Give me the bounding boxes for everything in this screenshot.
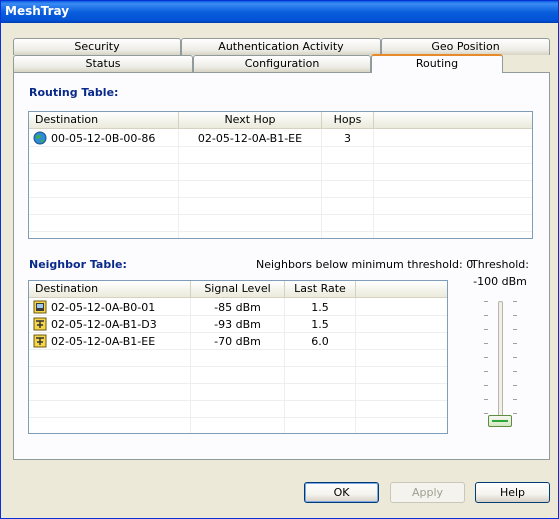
- neighbor-table-title: Neighbor Table:: [29, 258, 127, 271]
- threshold-slider-track[interactable]: [498, 301, 503, 425]
- table-row: [29, 198, 532, 215]
- neighbor-destination: 02-05-12-0A-B0-01: [51, 299, 191, 316]
- neighbor-signal-level: -70 dBm: [191, 333, 285, 350]
- table-row[interactable]: 02-05-12-0A-B1-D3 -93 dBm 1.5: [29, 316, 447, 333]
- tab-row-1: Security Authentication Activity Geo Pos…: [13, 38, 550, 55]
- neighbor-last-rate: 1.5: [285, 316, 356, 333]
- threshold-slider-thumb[interactable]: [488, 415, 512, 427]
- meshtray-window: MeshTray Security Authentication Activit…: [0, 0, 559, 519]
- neighbor-signal-level: -85 dBm: [191, 299, 285, 316]
- table-row: [29, 384, 447, 401]
- globe-icon: [33, 131, 47, 145]
- routing-table[interactable]: Destination Next Hop Hops 00-05-12-0B-00…: [28, 111, 533, 239]
- table-row: [29, 164, 532, 181]
- neighbor-threshold-status: Neighbors below minimum threshold: 0: [256, 258, 474, 271]
- device-icon: [33, 300, 47, 314]
- tab-row-2: Status Configuration Routing: [13, 54, 550, 73]
- neighbor-destination: 02-05-12-0A-B1-EE: [51, 333, 191, 350]
- column-hops[interactable]: Hops: [322, 112, 374, 129]
- table-row: [29, 215, 532, 232]
- router-icon: [33, 334, 47, 348]
- neighbor-last-rate: 6.0: [285, 333, 356, 350]
- table-row: [29, 181, 532, 198]
- router-icon: [33, 317, 47, 331]
- column-next-hop[interactable]: Next Hop: [179, 112, 322, 129]
- table-row: [29, 418, 447, 433]
- neighbor-table[interactable]: Destination Signal Level Last Rate 02-05…: [28, 280, 448, 434]
- table-row: [29, 350, 447, 367]
- slider-ticks-right: [513, 301, 517, 425]
- neighbor-last-rate: 1.5: [285, 299, 356, 316]
- tab-geo-position[interactable]: Geo Position: [381, 38, 550, 55]
- table-row[interactable]: 00-05-12-0B-00-86 02-05-12-0A-B1-EE 3: [29, 130, 532, 147]
- table-row[interactable]: 02-05-12-0A-B0-01 -85 dBm 1.5: [29, 299, 447, 316]
- routing-table-header: Destination Next Hop Hops: [29, 112, 532, 129]
- help-button[interactable]: Help: [475, 482, 550, 503]
- column-signal-level[interactable]: Signal Level: [191, 281, 285, 298]
- table-row: [29, 147, 532, 164]
- threshold-label: Threshold:: [471, 258, 529, 271]
- column-last-rate[interactable]: Last Rate: [285, 281, 356, 298]
- route-hops: 3: [322, 130, 374, 147]
- tab-routing[interactable]: Routing: [371, 54, 503, 73]
- table-row[interactable]: 02-05-12-0A-B1-EE -70 dBm 6.0: [29, 333, 447, 350]
- route-destination: 00-05-12-0B-00-86: [51, 130, 179, 147]
- tab-status[interactable]: Status: [13, 55, 193, 72]
- window-title: MeshTray: [1, 1, 558, 23]
- tab-security[interactable]: Security: [13, 38, 181, 55]
- threshold-value: -100 dBm: [473, 275, 527, 288]
- neighbor-table-header: Destination Signal Level Last Rate: [29, 281, 447, 298]
- column-destination[interactable]: Destination: [29, 281, 191, 298]
- route-next-hop: 02-05-12-0A-B1-EE: [179, 130, 322, 147]
- neighbor-signal-level: -93 dBm: [191, 316, 285, 333]
- column-destination[interactable]: Destination: [29, 112, 179, 129]
- slider-ticks-left: [484, 301, 488, 425]
- tab-configuration[interactable]: Configuration: [193, 55, 371, 72]
- neighbor-destination: 02-05-12-0A-B1-D3: [51, 316, 191, 333]
- table-row: [29, 401, 447, 418]
- ok-button[interactable]: OK: [304, 482, 379, 503]
- routing-table-title: Routing Table:: [29, 86, 119, 99]
- apply-button[interactable]: Apply: [390, 482, 465, 503]
- tab-authentication-activity[interactable]: Authentication Activity: [181, 38, 381, 55]
- table-row: [29, 367, 447, 384]
